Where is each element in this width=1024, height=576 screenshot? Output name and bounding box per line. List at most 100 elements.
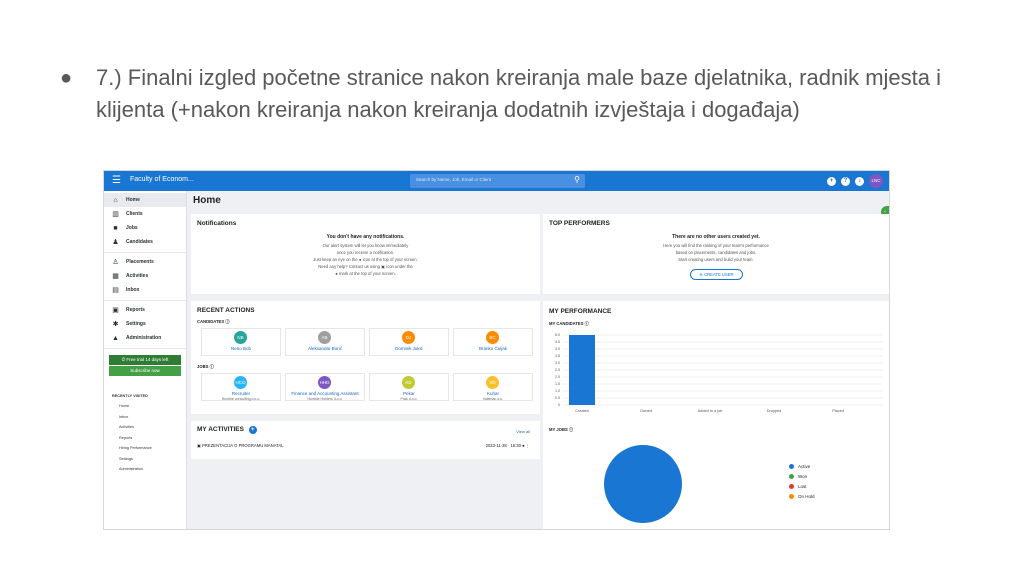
- sidebar-item-clients[interactable]: ▥ Clients: [104, 207, 186, 221]
- top-icons: + ? ♪ LNC: [827, 174, 883, 188]
- app-screenshot: ☰ Faculty of Econom... Search by Name, J…: [103, 170, 890, 530]
- recently-visited-item[interactable]: Settings: [119, 454, 186, 465]
- sidebar-item-label: Home: [126, 197, 140, 203]
- sidebar-item-label: Administration: [126, 335, 162, 341]
- my-performance-title: MY PERFORMANCE: [549, 308, 612, 315]
- top-performers-title: TOP PERFORMERS: [549, 220, 610, 227]
- recent-actions-title: RECENT ACTIONS: [197, 307, 255, 314]
- legend-dot: [789, 474, 794, 479]
- briefcase-icon: ■: [113, 224, 118, 232]
- top-performers-headline: There are no other users created yet.: [672, 234, 760, 240]
- help-icon[interactable]: ?: [841, 176, 850, 186]
- pie-slice-active: [604, 445, 682, 523]
- info-line: once you receive a notification.: [336, 250, 395, 255]
- recently-visited-heading: RECENTLY VISITED: [112, 394, 148, 398]
- x-tick-label: Dropped: [767, 409, 782, 413]
- recently-visited-item[interactable]: Activities: [119, 422, 186, 433]
- nav-group: ▣ Reports ✱ Settings ▲ Administration: [104, 301, 186, 349]
- create-user-button[interactable]: ⊕ CREATE USER: [690, 269, 743, 280]
- legend-item[interactable]: Lost: [789, 484, 807, 489]
- legend-item[interactable]: Won: [789, 474, 807, 479]
- recently-visited-item[interactable]: Home: [119, 401, 186, 412]
- legend-item[interactable]: On Hold: [789, 494, 815, 499]
- job-card[interactable]: HCO Recruiter Humble consulting d.o.o.: [201, 373, 281, 401]
- job-avatar: HCO: [234, 376, 247, 389]
- candidate-card[interactable]: BC Branko Čuljak: [453, 328, 533, 356]
- job-card[interactable]: KD Pekar Prak d.o.o.: [369, 373, 449, 401]
- candidate-name[interactable]: Branko Čuljak: [454, 346, 532, 351]
- candidate-card[interactable]: DJ Dominik Jukić: [369, 328, 449, 356]
- job-card[interactable]: HHD Finance and Accounting Assistant Humbl…: [285, 373, 365, 401]
- info-line: Our alert system will let you know immed…: [322, 243, 409, 248]
- recently-visited-item[interactable]: Inbox: [119, 412, 186, 423]
- candidate-name[interactable]: Aleksandar Borić: [286, 346, 364, 351]
- candidate-avatar: BC: [486, 331, 499, 344]
- legend-dot: [789, 494, 794, 499]
- recently-visited-list: Home Inbox Activities Reports Hiring Perform…: [104, 401, 186, 475]
- legend-dot: [789, 464, 794, 469]
- sidebar-item-activities[interactable]: ▦ Activities: [104, 269, 186, 283]
- job-title[interactable]: Recruiter: [202, 391, 280, 396]
- activity-item-title: ▣ PREZENTACIJA O PROGRAMU MANATAL: [197, 443, 284, 448]
- bullet-dot: ●: [60, 67, 73, 89]
- job-card[interactable]: VD Kuhar Valeman d.o.: [453, 373, 533, 401]
- add-icon[interactable]: +: [827, 176, 836, 186]
- candidate-card[interactable]: AB Aleksandar Borić: [285, 328, 365, 356]
- job-company: Humble Hunters d.o.o.: [307, 397, 343, 401]
- subscribe-button[interactable]: Subscribe now: [109, 366, 181, 376]
- sidebar-item-administration[interactable]: ▲ Administration: [104, 331, 186, 345]
- recently-visited-item[interactable]: Hiring Performance: [119, 443, 186, 454]
- bullet-point: ● 7.) Finalni izgled početne stranice na…: [60, 62, 980, 126]
- my-jobs-label: MY JOBS ⓘ: [549, 427, 574, 432]
- top-bar: ☰ Faculty of Econom... Search by Name, J…: [104, 171, 889, 191]
- nav-groups: ⌂ Home ▥ Clients ■ Jobs ♟ Candidates ♙ Placements…: [104, 191, 186, 349]
- recently-visited-item[interactable]: Reports: [119, 433, 186, 444]
- y-tick-label: 3.0: [555, 361, 560, 365]
- sidebar-item-inbox[interactable]: ▤ Inbox: [104, 283, 186, 297]
- my-performance-panel: MY PERFORMANCE MY CANDIDATES ⓘ 0 0.5 1.0 1.…: [543, 301, 889, 529]
- candidate-name[interactable]: Dominik Jukić: [370, 346, 448, 351]
- candidate-card[interactable]: NB Neno Bob: [201, 328, 281, 356]
- sidebar-item-settings[interactable]: ✱ Settings: [104, 317, 186, 331]
- top-performers-text: Here you will find the ranking of your t…: [543, 242, 889, 263]
- sidebar-item-reports[interactable]: ▣ Reports: [104, 303, 186, 317]
- bar-created: [569, 335, 595, 405]
- person-check-icon: ♙: [112, 259, 119, 266]
- my-activities-title-text: MY ACTIVITIES: [197, 426, 244, 433]
- sidebar-item-label: Clients: [126, 211, 143, 217]
- job-title[interactable]: Kuhar: [454, 391, 532, 396]
- y-tick-label: 4.5: [555, 340, 560, 344]
- sidebar-item-label: Candidates: [126, 239, 153, 245]
- candidate-name[interactable]: Neno Bob: [202, 346, 280, 351]
- sidebar-item-home[interactable]: ⌂ Home: [104, 193, 186, 207]
- legend-label: Active: [798, 464, 811, 469]
- recently-visited-item[interactable]: Administration: [119, 464, 186, 475]
- add-activity-icon[interactable]: +: [248, 426, 257, 434]
- notifications-title: Notifications: [197, 220, 237, 227]
- legend-item[interactable]: Active: [789, 464, 810, 469]
- sidebar-item-jobs[interactable]: ■ Jobs: [104, 221, 186, 235]
- search-input[interactable]: Search by Name, Job, Email or Client ⚲: [410, 174, 585, 188]
- bell-icon[interactable]: ♪: [855, 176, 864, 186]
- y-tick-label: 3.5: [555, 354, 560, 358]
- y-tick-label: 2.5: [555, 368, 560, 372]
- sidebar-item-placements[interactable]: ♙ Placements: [104, 255, 186, 269]
- menu-icon[interactable]: ☰: [112, 175, 121, 187]
- view-all-link[interactable]: View all: [516, 429, 530, 434]
- chat-icon: ▤: [112, 287, 119, 294]
- app-title[interactable]: Faculty of Econom...: [130, 176, 194, 183]
- job-title[interactable]: Pekar: [370, 391, 448, 396]
- sidebar-item-candidates[interactable]: ♟ Candidates: [104, 235, 186, 249]
- activity-item[interactable]: ▣ PREZENTACIJA O PROGRAMU MANATAL 2023-1…: [197, 443, 530, 448]
- x-tick-label: Owned: [640, 409, 652, 413]
- job-company: Valeman d.o.: [482, 397, 504, 401]
- my-jobs-pie-chart: [604, 445, 682, 523]
- search-icon[interactable]: ⚲: [574, 175, 580, 184]
- job-title[interactable]: Finance and Accounting Assistant: [286, 391, 364, 396]
- candidate-avatar: NB: [234, 331, 247, 344]
- x-tick-label: Placed: [832, 409, 844, 413]
- legend-label: Lost: [798, 484, 807, 489]
- page-title: Home: [193, 195, 221, 206]
- my-candidates-label: MY CANDIDATES ⓘ: [549, 321, 589, 326]
- avatar[interactable]: LNC: [869, 174, 883, 188]
